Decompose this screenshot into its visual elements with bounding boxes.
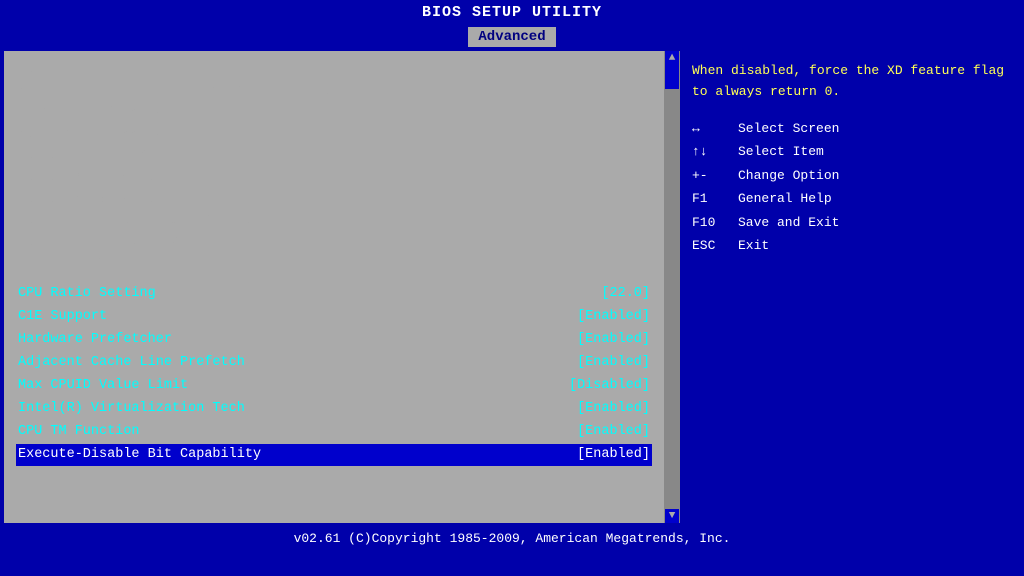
info-ratio-actual: Ratio Actual Value:22 xyxy=(16,232,652,254)
scroll-thumb[interactable] xyxy=(665,65,679,89)
setting-value: [Enabled] xyxy=(577,329,650,352)
setting-name: C1E Support xyxy=(18,306,358,329)
info-cache-l3: Cache L3 :8192 KB xyxy=(16,189,652,211)
setting-value: [22.0] xyxy=(601,283,650,306)
setting-value: [Enabled] xyxy=(577,421,650,444)
scroll-down-arrow[interactable]: ▼ xyxy=(665,509,679,523)
setting-row[interactable]: Hardware Prefetcher [Enabled] xyxy=(16,329,652,352)
setting-row[interactable]: CPU Ratio Setting [22.0] xyxy=(16,283,652,306)
setting-value: [Enabled] xyxy=(577,352,650,375)
key-symbol: ESC xyxy=(692,236,730,256)
tab-bar: Advanced xyxy=(0,25,1024,49)
info-brand: Brand String:Intel(R) Core(TM) i7 CPU 87… xyxy=(16,81,652,103)
key-label: Select Item xyxy=(738,142,824,162)
info-cache-l1: Cache L1 :256 KB xyxy=(16,145,652,167)
tab-advanced[interactable]: Advanced xyxy=(468,27,555,47)
app-title: BIOS SETUP UTILITY xyxy=(422,4,602,21)
help-text: When disabled, force the XD feature flag… xyxy=(692,61,1008,103)
setting-name: Execute-Disable Bit Capability xyxy=(18,444,358,467)
key-symbol: ↑↓ xyxy=(692,142,730,162)
scroll-up-arrow[interactable]: ▲ xyxy=(665,51,679,65)
setting-value: [Enabled] xyxy=(577,444,650,467)
key-help-list: ↔ Select Screen ↑↓ Select Item +- Change… xyxy=(692,119,1008,256)
key-symbol: F1 xyxy=(692,189,730,209)
setting-row[interactable]: C1E Support [Enabled] xyxy=(16,306,652,329)
footer-text: v02.61 (C)Copyright 1985-2009, American … xyxy=(294,531,731,546)
key-symbol: F10 xyxy=(692,213,730,233)
key-symbol: ↔ xyxy=(692,119,730,139)
setting-row[interactable]: Max CPUID Value Limit [Disabled] xyxy=(16,375,652,398)
left-panel: Manufacturer:Intel Brand String:Intel(R)… xyxy=(4,51,664,523)
setting-name: CPU Ratio Setting xyxy=(18,283,358,306)
settings-list: CPU Ratio Setting [22.0] C1E Support [En… xyxy=(16,283,652,467)
setting-name: Intel(R) Virtualization Tech xyxy=(18,398,358,421)
title-bar: BIOS SETUP UTILITY xyxy=(0,0,1024,25)
setting-name: Max CPUID Value Limit xyxy=(18,375,358,398)
info-ratio-status: Ratio Status:Unlocked (Min:09, Max:22) xyxy=(16,210,652,232)
setting-row[interactable]: CPU TM Function [Enabled] xyxy=(16,421,652,444)
setting-row[interactable]: Intel(R) Virtualization Tech [Enabled] xyxy=(16,398,652,421)
scrollbar: ▲ ▼ xyxy=(664,51,680,523)
bottom-bar: v02.61 (C)Copyright 1985-2009, American … xyxy=(0,525,1024,553)
setting-value: [Enabled] xyxy=(577,398,650,421)
key-help-row: F10 Save and Exit xyxy=(692,213,1008,233)
info-bclk: BCLK Speed :133MHz xyxy=(16,124,652,146)
key-label: General Help xyxy=(738,189,832,209)
setting-row[interactable]: Execute-Disable Bit Capability [Enabled] xyxy=(16,444,652,467)
key-help-row: +- Change Option xyxy=(692,166,1008,186)
setting-name: CPU TM Function xyxy=(18,421,358,444)
info-manufacturer: Manufacturer:Intel xyxy=(16,59,652,81)
right-panel: When disabled, force the XD feature flag… xyxy=(680,51,1020,523)
setting-name: Adjacent Cache Line Prefetch xyxy=(18,352,358,375)
key-label: Select Screen xyxy=(738,119,839,139)
info-cache-l2: Cache L2 :1024 KB xyxy=(16,167,652,189)
key-help-row: ESC Exit xyxy=(692,236,1008,256)
key-symbol: +- xyxy=(692,166,730,186)
scroll-track xyxy=(665,65,679,509)
key-label: Exit xyxy=(738,236,769,256)
setting-value: [Enabled] xyxy=(577,306,650,329)
info-cpuid: CPUID :106E5 xyxy=(16,253,652,275)
main-area: Manufacturer:Intel Brand String:Intel(R)… xyxy=(4,51,1020,523)
setting-value: [Disabled] xyxy=(569,375,650,398)
key-help-row: F1 General Help xyxy=(692,189,1008,209)
setting-row[interactable]: Adjacent Cache Line Prefetch [Enabled] xyxy=(16,352,652,375)
info-frequency: Frequency :2.93GHz xyxy=(16,102,652,124)
key-help-row: ↔ Select Screen xyxy=(692,119,1008,139)
setting-name: Hardware Prefetcher xyxy=(18,329,358,352)
key-label: Save and Exit xyxy=(738,213,839,233)
key-label: Change Option xyxy=(738,166,839,186)
key-help-row: ↑↓ Select Item xyxy=(692,142,1008,162)
